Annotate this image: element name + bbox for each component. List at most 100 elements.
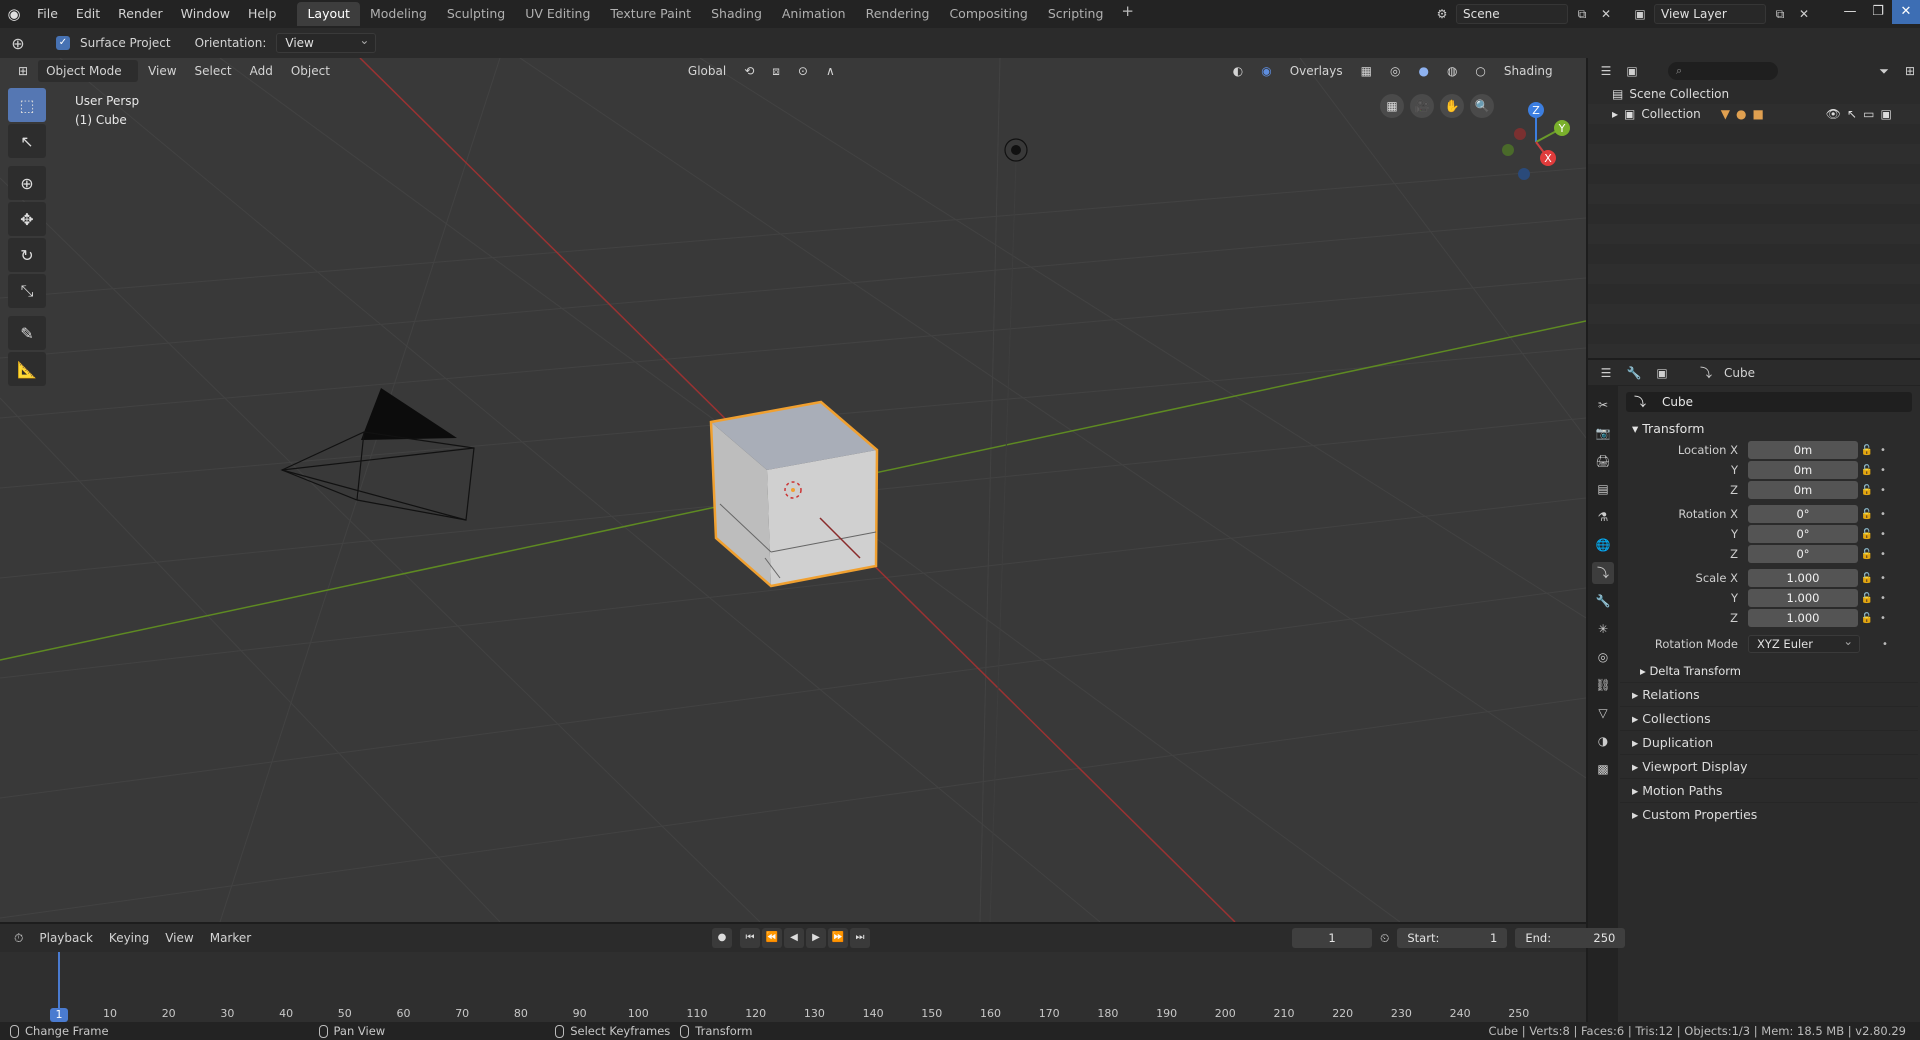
scale-y-field[interactable]: 1.000: [1748, 589, 1858, 607]
overlays-select[interactable]: Overlays: [1282, 60, 1351, 82]
move-tool-icon[interactable]: ✥: [8, 202, 46, 236]
wireframe-shading-icon[interactable]: ◎: [1382, 60, 1408, 82]
lock-icon[interactable]: 🔓: [1858, 573, 1876, 584]
material-tab-icon[interactable]: ◑: [1592, 730, 1614, 752]
location-x-field[interactable]: 0m: [1748, 441, 1858, 459]
zoom-icon[interactable]: 🔍: [1470, 94, 1494, 118]
modifier-tab-icon[interactable]: 🔧: [1592, 590, 1614, 612]
pin-icon[interactable]: ▣: [1652, 363, 1672, 383]
keyframe-dot-icon[interactable]: •: [1876, 465, 1890, 476]
blender-logo-icon[interactable]: ◉: [0, 0, 28, 28]
scene-field[interactable]: Scene: [1456, 4, 1568, 24]
visibility-icon[interactable]: ◐: [1225, 60, 1251, 82]
menu-render[interactable]: Render: [109, 2, 172, 26]
display-mode-icon[interactable]: ▣: [1622, 61, 1642, 81]
jump-start-icon[interactable]: ⏮: [740, 928, 760, 948]
location-y-field[interactable]: 0m: [1748, 461, 1858, 479]
outliner-scene-collection[interactable]: ▤ Scene Collection: [1588, 84, 1920, 104]
object-mode-select[interactable]: Object Mode: [38, 60, 139, 82]
new-collection-icon[interactable]: ⊞: [1900, 61, 1920, 81]
gizmo-neg-z-icon[interactable]: [1518, 168, 1530, 180]
tool-tab-icon[interactable]: ✂: [1592, 394, 1614, 416]
light-filter-icon[interactable]: ●: [1736, 104, 1746, 124]
menu-window[interactable]: Window: [172, 2, 239, 26]
duplication-panel[interactable]: ▸ Duplication: [1620, 730, 1918, 754]
data-tab-icon[interactable]: ▽: [1592, 702, 1614, 724]
scale-z-field[interactable]: 1.000: [1748, 609, 1858, 627]
lock-icon[interactable]: 🔓: [1858, 465, 1876, 476]
orientation-select[interactable]: View: [276, 31, 377, 53]
rotation-y-field[interactable]: 0°: [1748, 525, 1858, 543]
keyframe-dot-icon[interactable]: •: [1876, 445, 1890, 456]
physics-tab-icon[interactable]: ◎: [1592, 646, 1614, 668]
lock-icon[interactable]: 🔓: [1858, 613, 1876, 624]
pan-hand-icon[interactable]: ✋: [1440, 94, 1464, 118]
play-icon[interactable]: ▶: [806, 928, 826, 948]
mesh-filter-icon[interactable]: ▼: [1721, 104, 1730, 124]
rotation-z-field[interactable]: 0°: [1748, 545, 1858, 563]
lock-icon[interactable]: 🔓: [1858, 485, 1876, 496]
new-scene-icon[interactable]: ⧉: [1572, 4, 1592, 24]
shading-select[interactable]: Shading: [1496, 60, 1561, 82]
marker-menu[interactable]: Marker: [204, 927, 257, 949]
lock-icon[interactable]: 🔓: [1858, 593, 1876, 604]
solid-shading-icon[interactable]: ●: [1410, 60, 1436, 82]
frame-ruler[interactable]: 10 20 30 40 50 60 70 80 90 100 110 120 130 140 150 160 1…: [0, 1006, 1586, 1020]
object-name-field[interactable]: ⤵ Cube: [1626, 392, 1912, 412]
tab-modeling[interactable]: Modeling: [360, 2, 437, 26]
close-icon[interactable]: ✕: [1892, 0, 1920, 24]
viewport-menu-add[interactable]: Add: [242, 60, 281, 82]
rotation-mode-select[interactable]: XYZ Euler: [1748, 633, 1860, 653]
annotate-tool-icon[interactable]: ✎: [8, 316, 46, 350]
cube-object[interactable]: [709, 400, 879, 588]
tab-animation[interactable]: Animation: [772, 2, 856, 26]
falloff-icon[interactable]: ∧: [818, 60, 843, 82]
tab-rendering[interactable]: Rendering: [856, 2, 940, 26]
select-box-tool-icon[interactable]: ⬚: [8, 88, 46, 122]
scale-tool-icon[interactable]: ⤡: [8, 274, 46, 308]
xray-icon[interactable]: ▦: [1353, 60, 1380, 82]
record-icon[interactable]: ●: [712, 928, 732, 948]
texture-tab-icon[interactable]: ▩: [1592, 758, 1614, 780]
preview-range-icon[interactable]: ⏲: [1380, 931, 1389, 946]
view-layer-icon[interactable]: ▣: [1630, 4, 1650, 24]
view-layer-field[interactable]: View Layer: [1654, 4, 1766, 24]
cursor-tool-icon[interactable]: ⊕: [8, 33, 28, 53]
location-z-field[interactable]: 0m: [1748, 481, 1858, 499]
proportional-edit-icon[interactable]: ⊙: [790, 60, 816, 82]
tab-layout[interactable]: Layout: [297, 2, 360, 26]
delete-view-layer-icon[interactable]: ✕: [1794, 4, 1814, 24]
prev-keyframe-icon[interactable]: ⏪: [762, 928, 782, 948]
scale-x-field[interactable]: 1.000: [1748, 569, 1858, 587]
outliner-collection[interactable]: ▸ ▣ Collection ▼ ● ■ 👁 ↖ ▭ ▣: [1588, 104, 1920, 124]
menu-file[interactable]: File: [28, 2, 67, 26]
minimize-icon[interactable]: —: [1836, 0, 1864, 24]
3d-viewport[interactable]: ⊞ Object Mode View Select Add Object Glo…: [0, 58, 1586, 922]
keyframe-dot-icon[interactable]: •: [1876, 593, 1890, 604]
snap-icon[interactable]: ⧈: [764, 60, 788, 82]
properties-editor-icon[interactable]: ☰: [1596, 363, 1616, 383]
surface-project-checkbox[interactable]: ✓: [56, 36, 70, 50]
menu-help[interactable]: Help: [239, 2, 286, 26]
menu-edit[interactable]: Edit: [67, 2, 109, 26]
measure-tool-icon[interactable]: 📐: [8, 352, 46, 386]
gizmo-neg-x-icon[interactable]: [1514, 128, 1526, 140]
lock-icon[interactable]: 🔓: [1858, 445, 1876, 456]
next-keyframe-icon[interactable]: ⏩: [828, 928, 848, 948]
lock-icon[interactable]: 🔓: [1858, 529, 1876, 540]
motion-paths-panel[interactable]: ▸ Motion Paths: [1620, 778, 1918, 802]
custom-properties-panel[interactable]: ▸ Custom Properties: [1620, 802, 1918, 826]
tool-icon[interactable]: 🔧: [1624, 363, 1644, 383]
axis-gizmo[interactable]: Z Y X: [1492, 96, 1576, 180]
play-reverse-icon[interactable]: ◀: [784, 928, 804, 948]
add-workspace-icon[interactable]: +: [1113, 2, 1142, 26]
camera-object[interactable]: [280, 388, 475, 521]
current-frame-field[interactable]: 1: [1292, 928, 1372, 948]
transform-orientation-select[interactable]: Global: [680, 60, 734, 82]
timeline-area[interactable]: 10 20 30 40 50 60 70 80 90 100 110 120 130 140 150 160 1…: [0, 952, 1586, 1022]
camera-filter-icon[interactable]: ■: [1752, 104, 1763, 124]
timeline-editor-icon[interactable]: ⏱: [8, 927, 29, 949]
overlays-toggle-icon[interactable]: ◉: [1253, 60, 1279, 82]
viewport-display-panel[interactable]: ▸ Viewport Display: [1620, 754, 1918, 778]
jump-end-icon[interactable]: ⏭: [850, 928, 870, 948]
